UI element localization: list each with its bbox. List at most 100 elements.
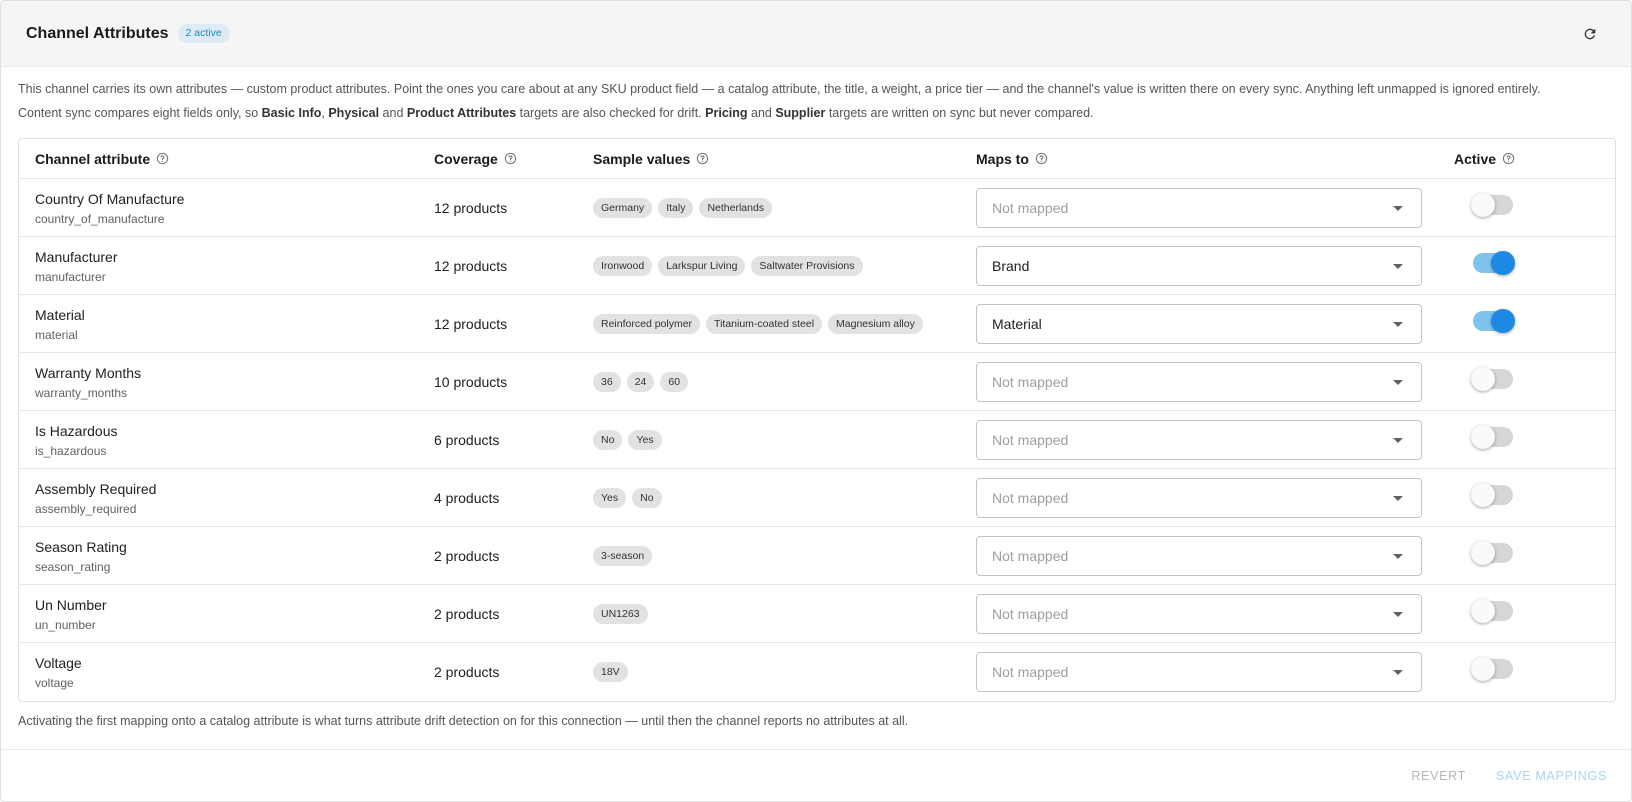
sample-value-chip: 3-season: [593, 545, 653, 566]
maps-to-select[interactable]: Material: [976, 303, 1422, 344]
sample-value-chip: Larkspur Living: [658, 255, 746, 276]
column-label: Active: [1454, 150, 1497, 167]
save-mappings-button[interactable]: SAVE MAPPINGS: [1496, 769, 1607, 783]
active-toggle[interactable]: [1471, 598, 1515, 623]
maps-to-value: Material: [992, 315, 1042, 332]
coverage-value: 4 products: [434, 489, 500, 506]
active-cell: [1454, 308, 1614, 336]
sample-value-chip: 18V: [593, 662, 628, 682]
column-label: Coverage: [434, 150, 498, 167]
desc-text: targets are written on sync but never co…: [825, 106, 1094, 120]
maps-to-select[interactable]: Not mapped: [976, 361, 1422, 402]
active-toggle[interactable]: [1471, 366, 1515, 391]
maps-to-select[interactable]: Not mapped: [976, 187, 1422, 228]
maps-to-value: Not mapped: [992, 489, 1069, 506]
attribute-name: Season Rating: [35, 538, 127, 555]
attribute-name: Voltage: [35, 655, 82, 671]
active-toggle[interactable]: [1471, 308, 1515, 333]
attribute-name: Country Of Manufacture: [35, 190, 185, 207]
active-cell: [1454, 482, 1614, 510]
help-circle-icon[interactable]: [696, 152, 709, 165]
attribute-key: un_number: [35, 617, 96, 632]
help-circle-icon[interactable]: [1035, 152, 1048, 165]
sample-values-cell: Yes No: [593, 487, 976, 508]
toggle-thumb: [1471, 482, 1495, 507]
maps-to-cell: Not mapped: [976, 535, 1454, 576]
sample-value-chip: No: [632, 487, 662, 508]
maps-to-cell: Not mapped: [976, 361, 1454, 402]
maps-to-select[interactable]: Not mapped: [976, 652, 1422, 692]
sample-value-chip: Yes: [628, 429, 662, 450]
refresh-icon[interactable]: [1579, 23, 1601, 45]
active-toggle[interactable]: [1471, 250, 1515, 275]
table-header-row: Channel attribute Coverage Sample values…: [19, 139, 1615, 179]
coverage-value: 6 products: [434, 431, 500, 448]
attribute-key: manufacturer: [35, 269, 106, 284]
desc-bold-supplier: Supplier: [775, 106, 826, 120]
table-row: Assembly Required assembly_required 4 pr…: [19, 469, 1615, 527]
toggle-thumb: [1471, 366, 1495, 391]
panel-title: Channel Attributes: [26, 24, 169, 42]
channel-attributes-panel: Channel Attributes 2 active This channel…: [0, 0, 1632, 802]
sample-value-chip: 60: [660, 371, 689, 392]
help-circle-icon[interactable]: [504, 152, 517, 165]
active-toggle[interactable]: [1471, 657, 1515, 681]
maps-to-select[interactable]: Not mapped: [976, 593, 1422, 634]
sample-values-cell: Germany Italy Netherlands: [593, 197, 976, 218]
sample-value-chip: Germany: [593, 197, 653, 218]
maps-to-value: Not mapped: [992, 664, 1069, 680]
attribute-key: season_rating: [35, 559, 111, 574]
active-toggle[interactable]: [1471, 192, 1515, 217]
attribute-name: Is Hazardous: [35, 422, 118, 439]
column-label: Channel attribute: [35, 150, 151, 167]
sample-value-chip: Titanium-coated steel: [706, 313, 823, 334]
attribute-name: Assembly Required: [35, 480, 157, 497]
active-cell: [1454, 598, 1614, 626]
sample-value-chip: Netherlands: [699, 197, 773, 218]
maps-to-select[interactable]: Not mapped: [976, 535, 1422, 576]
attribute-key: assembly_required: [35, 501, 137, 516]
sample-value-chip: Saltwater Provisions: [751, 255, 863, 276]
caret-down-icon: [1393, 205, 1403, 211]
attribute-cell: Manufacturer manufacturer: [19, 247, 434, 285]
active-toggle[interactable]: [1471, 482, 1515, 507]
sample-value-chip: Italy: [658, 197, 694, 218]
toggle-thumb: [1471, 424, 1495, 449]
footer-divider: [1, 749, 1631, 750]
attribute-cell: Is Hazardous is_hazardous: [19, 421, 434, 459]
description-line-1: This channel carries its own attributes …: [18, 82, 1541, 96]
help-circle-icon[interactable]: [1502, 152, 1515, 165]
attribute-cell: Warranty Months warranty_months: [19, 363, 434, 401]
active-cell: [1454, 192, 1614, 220]
sample-value-chip: 36: [593, 371, 621, 392]
desc-bold-basic-info: Basic Info: [261, 106, 322, 120]
active-toggle[interactable]: [1471, 540, 1515, 565]
sample-values-cell: UN1263: [593, 603, 976, 624]
column-label: Maps to: [976, 150, 1029, 167]
attribute-cell: Assembly Required assembly_required: [19, 479, 434, 517]
table-row: Un Number un_number 2 products UN1263 No…: [19, 585, 1615, 643]
maps-to-select[interactable]: Not mapped: [976, 419, 1422, 460]
help-circle-icon[interactable]: [156, 152, 169, 165]
revert-button[interactable]: REVERT: [1411, 769, 1466, 783]
coverage-value: 12 products: [434, 199, 508, 216]
toggle-thumb: [1471, 540, 1495, 565]
coverage-value: 12 products: [434, 257, 508, 274]
maps-to-value: Not mapped: [992, 373, 1069, 390]
active-toggle[interactable]: [1471, 424, 1515, 449]
maps-to-select[interactable]: Not mapped: [976, 477, 1422, 518]
sample-value-chip: No: [593, 429, 623, 450]
caret-down-icon: [1393, 495, 1403, 501]
description-line-2: Content sync compares eight fields only,…: [18, 101, 1614, 125]
attribute-name: Warranty Months: [35, 364, 142, 381]
column-header-coverage: Coverage: [434, 151, 593, 167]
maps-to-select[interactable]: Brand: [976, 245, 1422, 286]
sample-values-cell: Ironwood Larkspur Living Saltwater Provisi…: [593, 255, 976, 276]
attributes-table: Channel attribute Coverage Sample values…: [18, 138, 1616, 702]
active-count-badge: 2 active: [177, 24, 230, 43]
sample-value-chip: Reinforced polymer: [593, 313, 701, 334]
attribute-key: warranty_months: [35, 385, 128, 400]
maps-to-value: Brand: [992, 257, 1030, 274]
sample-values-cell: Reinforced polymer Titanium-coated steel M…: [593, 313, 976, 334]
active-cell: [1454, 250, 1614, 278]
